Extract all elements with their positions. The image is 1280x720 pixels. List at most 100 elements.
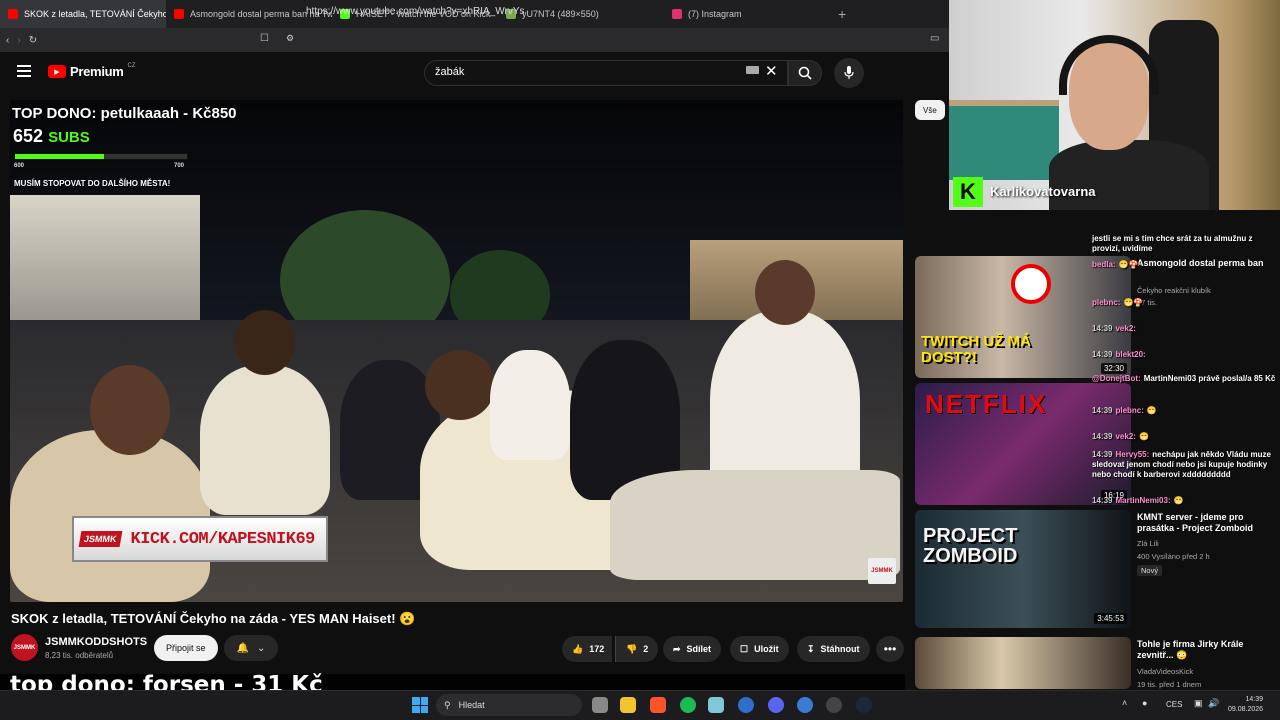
webcam-bed [949, 100, 1059, 180]
video-duration: 3:45:53 [1094, 613, 1127, 624]
dislike-count: 2 [643, 644, 649, 654]
share-icon: ➦ [673, 643, 681, 654]
subs-count: 652 [13, 126, 44, 146]
chat-message: bedla: 😁🍄 [1092, 260, 1276, 270]
clear-search-icon[interactable]: ✕ [765, 62, 778, 80]
share-button[interactable]: ➦ Sdílet [663, 636, 722, 662]
brave-browser-icon[interactable] [650, 697, 666, 713]
chat-username: vek2: [1115, 324, 1136, 333]
file-explorer-icon[interactable] [620, 697, 636, 713]
filter-chip-all[interactable]: Vše [915, 100, 945, 120]
chat-text: 😁🍄 [1123, 298, 1144, 307]
chat-time: 14:39 [1092, 350, 1113, 359]
recommendation-thumbnail[interactable]: PROJECT ZOMBOID 3:45:53 [915, 510, 1131, 628]
like-button[interactable]: 👍 172 [562, 636, 613, 662]
bookmark-icon[interactable]: ☐ [260, 33, 269, 44]
steam-icon[interactable] [856, 697, 872, 713]
subs-goal-fill [15, 154, 105, 159]
address-bar: ‹ › ↻ [0, 28, 950, 52]
chat-username: blekt20: [1115, 350, 1146, 359]
chevron-down-icon: ⌄ [257, 642, 266, 654]
webcam-person-body [1049, 140, 1209, 210]
forward-icon[interactable]: › [17, 35, 20, 46]
search-input[interactable]: žabák [424, 60, 788, 86]
search-button[interactable] [788, 60, 822, 86]
voice-search-button[interactable] [834, 58, 864, 88]
chat-message: 14:39 MartinNemi03: 😁 [1092, 496, 1276, 506]
kick-banner: JSMMK KICK.COM/KAPESNIK69 [72, 516, 328, 562]
taskbar-search[interactable]: ⚲ Hledat [436, 694, 582, 716]
task-view-icon[interactable] [592, 697, 608, 713]
video-person [200, 365, 330, 515]
chat-username: Hervy55: [1115, 450, 1150, 459]
windows-taskbar [0, 690, 1280, 720]
chat-message: 14:39 blekt20: [1092, 350, 1276, 360]
save-button[interactable]: ☐ Uložit [730, 636, 789, 662]
site-info-icon[interactable]: ⚙ [286, 33, 294, 44]
volume-icon[interactable]: 🔊 [1208, 698, 1219, 709]
tray-mic-icon[interactable]: ● [1142, 698, 1147, 708]
subs-goal-bar [14, 153, 188, 160]
streamer-name: Karlikovatovarna [990, 184, 1096, 199]
youtube-logo[interactable]: ▶ Premium CZ [48, 62, 136, 79]
keyboard-icon[interactable] [746, 66, 759, 74]
tab-title: yU7NT4 (489×550) [522, 9, 599, 19]
url-field[interactable]: https://www.youtube.com/watch?v=xhRIA_Wr… [306, 6, 525, 17]
chat-username: bedla: [1092, 260, 1116, 269]
chat-time: 14:39 [1092, 450, 1113, 459]
download-button[interactable]: ↧ Stáhnout [797, 636, 870, 662]
thumbnail-title: PROJECT ZOMBOID [923, 525, 1018, 567]
cast-icon[interactable]: ▭ [930, 33, 939, 44]
subs-label: SUBS [48, 129, 90, 146]
search-icon: ⚲ [444, 699, 451, 710]
notification-bell-button[interactable]: 🔔 ⌄ [224, 635, 278, 661]
dislike-button[interactable]: 👎 2 [615, 636, 659, 662]
search-icon [798, 66, 812, 80]
input-language[interactable]: CES [1166, 700, 1182, 709]
network-icon[interactable]: ▣ [1194, 698, 1203, 709]
discord-icon[interactable] [768, 697, 784, 713]
video-building-left [10, 195, 200, 320]
save-label: Uložit [754, 644, 779, 654]
taskbar-clock[interactable]: 14:39 09.08.2026 [1228, 695, 1263, 715]
recommendation-title[interactable]: KMNT server - jdeme pro prasátka - Proje… [1137, 512, 1277, 534]
menu-icon[interactable] [17, 65, 31, 77]
goal-max: 700 [174, 163, 185, 169]
browser-tab[interactable]: (7) Instagram [664, 0, 830, 28]
youtube-play-icon: ▶ [48, 65, 66, 78]
chat-message: 14:39 plebnc: 😁 [1092, 406, 1276, 416]
more-actions-button[interactable]: ••• [876, 636, 904, 662]
chat-time: 14:39 [1092, 496, 1113, 505]
youtube-region: CZ [127, 62, 136, 69]
back-icon[interactable]: ‹ [6, 35, 9, 46]
recommendation-title[interactable]: Tohle je firma Jirky Krále zevnitř... 😳 [1137, 639, 1277, 661]
new-tab-button[interactable]: + [830, 6, 854, 22]
ccleaner-icon[interactable] [738, 697, 754, 713]
bookmark-icon: ☐ [740, 643, 749, 654]
chat-message: @DonejtBot: MartinNemi03 právě poslal/a 8… [1092, 374, 1276, 384]
video-title: SKOK z letadla, TETOVÁNÍ Čekyho na záda … [11, 611, 416, 626]
chatgpt-icon[interactable] [826, 697, 842, 713]
channel-name[interactable]: JSMMKODDSHOTS [45, 636, 147, 648]
ccleaner-icon-2[interactable] [797, 697, 813, 713]
spotify-icon[interactable] [680, 697, 696, 713]
browser-tab[interactable]: SKOK z letadla, TETOVÁNÍ Čekyho× [0, 0, 166, 28]
windows-start-icon[interactable] [412, 697, 428, 713]
recommendation-meta: 400 Vysíláno před 2 h [1137, 552, 1210, 561]
recommendation-channel[interactable]: VladaVideosKick [1137, 667, 1193, 676]
recommendation-channel[interactable]: Zlá Lili [1137, 539, 1159, 548]
thumbnail-title: NETFLIX [925, 389, 1048, 419]
chat-text: 😁 [1138, 432, 1149, 441]
recommendation-thumbnail[interactable] [915, 637, 1131, 689]
channel-avatar[interactable]: JSMMK [11, 634, 38, 661]
video-person-head [90, 365, 170, 455]
chat-text: jestli se mi s tim chce srát za tu almuž… [1092, 234, 1253, 253]
reload-icon[interactable]: ↻ [29, 35, 37, 46]
tray-chevron-icon[interactable]: ˄ [1122, 698, 1127, 708]
chat-username: @DonejtBot: [1092, 374, 1141, 383]
chat-username: vek2: [1115, 432, 1136, 441]
notepad-icon[interactable] [708, 697, 724, 713]
tab-title: SKOK z letadla, TETOVÁNÍ Čekyho [24, 9, 166, 19]
chat-text: 😁 [1173, 496, 1184, 505]
join-button[interactable]: Připojit se [154, 635, 218, 661]
